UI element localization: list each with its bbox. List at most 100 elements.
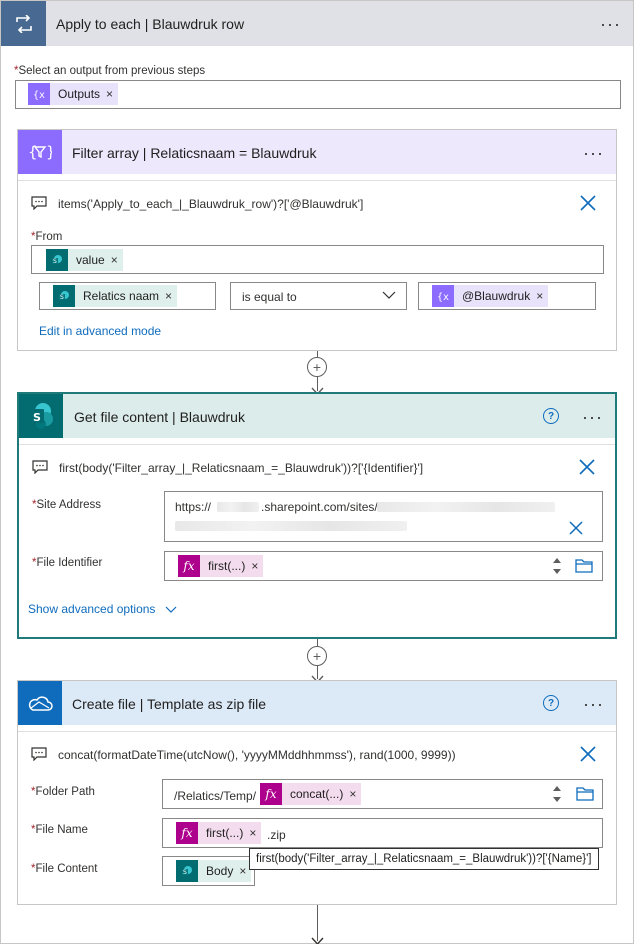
svg-text:{: { <box>28 143 38 161</box>
onedrive-icon <box>18 681 62 725</box>
filter-array-card: { } Filter array | Relaticsnaam = Blauwd… <box>17 129 617 351</box>
comment-icon <box>31 747 47 764</box>
apply-to-each-menu-button[interactable]: ··· <box>600 15 621 33</box>
function-icon: fx <box>260 783 282 805</box>
function-icon: fx <box>178 555 200 577</box>
get-file-content-title: Get file content | Blauwdruk <box>74 409 245 425</box>
file-name-suffix: .zip <box>267 828 286 842</box>
relatics-naam-token[interactable]: S Relatics naam × <box>53 285 178 307</box>
apply-to-each-title: Apply to each | Blauwdruk row <box>56 16 245 32</box>
expression-tooltip: first(body('Filter_array_|_Relaticsnaam_… <box>249 848 599 870</box>
file-identifier-field[interactable]: fx first(...) × <box>164 551 603 581</box>
filter-left-operand-field[interactable]: S Relatics naam × <box>39 282 216 310</box>
filter-right-operand-field[interactable]: {x} @Blauwdruk × <box>418 282 596 310</box>
get-file-expression-text: first(body('Filter_array_|_Relaticsnaam_… <box>59 461 424 475</box>
sharepoint-icon: S <box>53 285 75 307</box>
remove-token-icon[interactable]: × <box>106 87 118 101</box>
redacted-text <box>175 521 407 531</box>
outputs-token[interactable]: {x} Outputs × <box>28 83 119 105</box>
value-token[interactable]: S value × <box>46 249 123 271</box>
help-icon[interactable]: ? <box>543 695 559 711</box>
from-field[interactable]: S value × <box>31 245 604 274</box>
remove-token-icon[interactable]: × <box>111 253 123 267</box>
divider <box>19 444 615 445</box>
comment-icon <box>31 196 47 213</box>
close-expression-icon[interactable] <box>579 745 597 763</box>
first-expression-token[interactable]: fx first(...) × <box>178 555 264 577</box>
redacted-text <box>377 502 555 512</box>
create-file-title: Create file | Template as zip file <box>72 696 267 712</box>
variable-icon: {x} <box>28 83 50 105</box>
filter-array-menu-button[interactable]: ··· <box>583 144 604 162</box>
stepper-icon[interactable] <box>552 783 562 808</box>
operator-dropdown[interactable]: is equal to <box>230 282 407 310</box>
help-icon[interactable]: ? <box>543 408 559 424</box>
svg-text:S: S <box>33 411 41 424</box>
arrow-down-icon <box>311 934 324 944</box>
concat-expression-token[interactable]: fx concat(...) × <box>260 783 362 805</box>
svg-text:{x}: {x} <box>437 292 449 302</box>
get-file-content-card: S Get file content | Blauwdruk ? ··· fir… <box>17 392 617 639</box>
sharepoint-icon: S <box>46 249 68 271</box>
folder-icon[interactable] <box>575 558 593 576</box>
select-output-field[interactable]: {x} Outputs × <box>15 80 621 109</box>
create-file-menu-button[interactable]: ··· <box>583 695 604 713</box>
stepper-icon[interactable] <box>552 555 562 580</box>
filter-icon: { } <box>18 130 62 174</box>
edit-advanced-mode-link[interactable]: Edit in advanced mode <box>39 324 161 338</box>
remove-token-icon[interactable]: × <box>165 289 177 303</box>
close-expression-icon[interactable] <box>578 458 596 476</box>
operator-value: is equal to <box>242 290 297 304</box>
create-file-card: Create file | Template as zip file ? ···… <box>17 680 617 905</box>
get-file-content-menu-button[interactable]: ··· <box>582 408 603 426</box>
redacted-text <box>217 502 259 512</box>
folder-path-label: *Folder Path <box>31 786 95 798</box>
sharepoint-icon: S <box>19 394 63 438</box>
filter-expression-text: items('Apply_to_each_|_Blauwdruk_row')?[… <box>58 197 364 211</box>
add-step-button[interactable]: + <box>307 646 327 666</box>
folder-path-prefix: /Relatics/Temp/ <box>174 789 257 803</box>
select-output-label: *Select an output from previous steps <box>14 65 206 77</box>
comment-icon <box>32 460 48 477</box>
site-address-label: *Site Address <box>32 499 102 511</box>
close-expression-icon[interactable] <box>579 194 597 212</box>
get-file-content-header[interactable]: S Get file content | Blauwdruk ? ··· <box>19 394 615 438</box>
create-file-header[interactable]: Create file | Template as zip file ? ··· <box>18 681 616 725</box>
file-identifier-label: *File Identifier <box>32 557 103 569</box>
blauwdruk-token[interactable]: {x} @Blauwdruk × <box>432 285 549 307</box>
variable-icon: {x} <box>432 285 454 307</box>
sharepoint-icon: S <box>176 860 198 882</box>
site-url-prefix: https:// <box>175 500 212 514</box>
remove-token-icon[interactable]: × <box>349 787 361 801</box>
file-content-label: *File Content <box>31 863 98 875</box>
apply-to-each-header[interactable]: Apply to each | Blauwdruk row ··· <box>1 1 633 46</box>
svg-text:S: S <box>60 294 64 301</box>
file-name-label: *File Name <box>31 824 88 836</box>
svg-text:}: } <box>46 143 52 161</box>
svg-text:S: S <box>53 258 57 265</box>
site-url-middle: .sharepoint.com/sites/ <box>261 500 378 514</box>
remove-token-icon[interactable]: × <box>249 826 261 840</box>
from-label: *From <box>31 231 63 243</box>
site-address-field[interactable]: https:// .sharepoint.com/sites/ <box>164 491 603 542</box>
first-expression-token[interactable]: fx first(...) × <box>176 822 262 844</box>
folder-path-field[interactable]: /Relatics/Temp/ fx concat(...) × <box>162 779 603 809</box>
filter-array-header[interactable]: { } Filter array | Relaticsnaam = Blauwd… <box>18 130 616 174</box>
folder-icon[interactable] <box>576 786 594 804</box>
remove-token-icon[interactable]: × <box>536 289 548 303</box>
filter-array-title: Filter array | Relaticsnaam = Blauwdruk <box>72 145 317 161</box>
add-step-button[interactable]: + <box>307 357 327 377</box>
divider <box>18 180 616 181</box>
svg-text:{x}: {x} <box>33 90 45 100</box>
body-token[interactable]: S Body × <box>176 860 252 882</box>
file-name-field[interactable]: fx first(...) × .zip <box>162 818 603 848</box>
create-file-expression-text: concat(formatDateTime(utcNow(), 'yyyyMMd… <box>58 748 456 762</box>
function-icon: fx <box>176 822 198 844</box>
svg-text:S: S <box>183 869 187 876</box>
chevron-down-icon <box>165 603 177 617</box>
clear-site-icon[interactable] <box>568 520 586 538</box>
show-advanced-options-link[interactable]: Show advanced options <box>28 602 177 617</box>
remove-token-icon[interactable]: × <box>251 559 263 573</box>
file-content-field[interactable]: S Body × <box>162 856 255 886</box>
connector-line <box>317 639 318 646</box>
